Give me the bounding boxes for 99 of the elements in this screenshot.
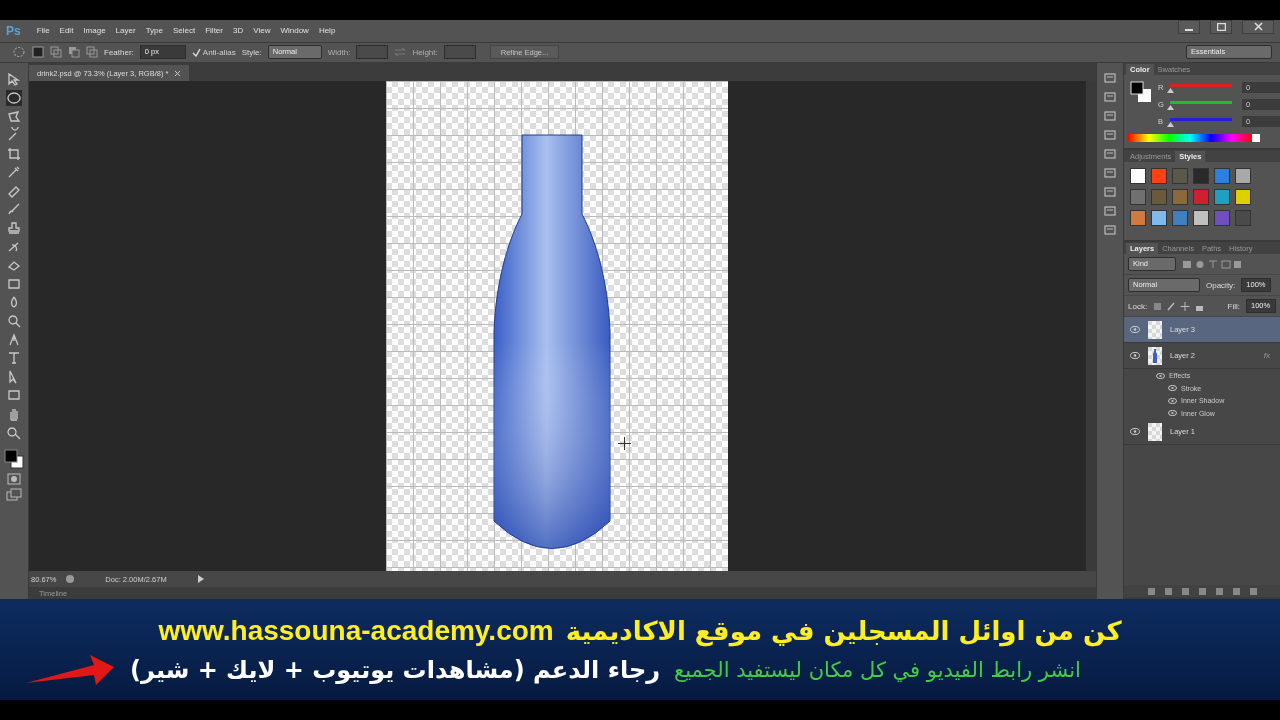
style-swatch[interactable]	[1151, 168, 1167, 185]
color-spectrum[interactable]	[1128, 134, 1260, 143]
ellipse-marquee-icon[interactable]	[12, 46, 26, 59]
panel-icon[interactable]	[1103, 147, 1117, 162]
quick-mask-icon[interactable]	[6, 471, 22, 486]
panel-icon[interactable]	[1103, 185, 1117, 200]
eye-icon[interactable]	[1168, 410, 1177, 417]
website-link[interactable]: www.hassouna-academy.com	[158, 614, 554, 647]
move-tool-icon[interactable]	[6, 71, 22, 88]
close-icon[interactable]	[174, 69, 182, 77]
fill-label: Fill:	[1227, 301, 1240, 311]
style-swatch[interactable]	[1214, 189, 1230, 206]
menu-item[interactable]: Window	[280, 26, 309, 36]
type-tool-icon[interactable]	[6, 350, 22, 367]
color-slider[interactable]	[1170, 100, 1232, 109]
style-swatch[interactable]	[1235, 168, 1251, 185]
eye-icon[interactable]	[1130, 326, 1140, 334]
maximize-icon	[1216, 22, 1226, 31]
style-swatch[interactable]	[1130, 189, 1146, 206]
panel-icon[interactable]	[1103, 128, 1117, 143]
menu-item[interactable]: Edit	[59, 26, 74, 36]
style-swatch[interactable]	[1214, 210, 1230, 227]
layer-thumbnail	[1148, 422, 1162, 441]
checkmark-icon	[191, 47, 201, 57]
ellipse-tool-icon[interactable]	[6, 89, 22, 106]
color-slider[interactable]	[1170, 83, 1232, 92]
panel-icon[interactable]	[1103, 166, 1117, 181]
height-field[interactable]	[443, 45, 476, 60]
panel-icon[interactable]	[1103, 71, 1117, 86]
style-swatch[interactable]	[1235, 189, 1251, 206]
panel-icon[interactable]	[1103, 90, 1117, 105]
style-swatch[interactable]	[1172, 168, 1188, 185]
close-icon	[1253, 22, 1263, 32]
dodge-tool-icon[interactable]	[6, 313, 22, 330]
width-field[interactable]	[356, 45, 389, 60]
style-swatch[interactable]	[1193, 210, 1209, 227]
menu-item[interactable]: Type	[145, 26, 163, 36]
slider-thumb[interactable]	[1167, 121, 1174, 127]
style-swatch[interactable]	[1172, 189, 1188, 206]
style-label: Style:	[241, 47, 262, 57]
lock-icons[interactable]	[1153, 301, 1206, 311]
menu-item[interactable]: Image	[83, 26, 106, 36]
menu-item[interactable]: Select	[172, 26, 196, 36]
style-swatch[interactable]	[1130, 210, 1146, 227]
lasso-tool-icon[interactable]	[6, 108, 22, 125]
eye-icon[interactable]	[1156, 372, 1165, 379]
crop-tool-icon[interactable]	[6, 145, 22, 162]
eye-icon[interactable]	[1130, 352, 1140, 360]
menu-item[interactable]: View	[253, 26, 271, 36]
menu-item[interactable]: File	[36, 26, 50, 36]
lock-label: Lock:	[1128, 301, 1148, 311]
color-swatches-icon[interactable]	[4, 449, 24, 470]
opacity-label: Opacity:	[1206, 280, 1236, 290]
proof-icon[interactable]	[65, 574, 75, 585]
minimize-icon	[1185, 28, 1193, 31]
menu-item[interactable]: Layer	[115, 26, 136, 36]
add-selection-icon[interactable]	[50, 46, 62, 59]
style-swatch[interactable]	[1172, 210, 1188, 227]
style-swatch[interactable]	[1151, 189, 1167, 206]
menu-item[interactable]: Help	[318, 26, 336, 36]
menu-item[interactable]: 3D	[233, 26, 244, 36]
style-swatch[interactable]	[1214, 168, 1230, 185]
stamp-tool-icon[interactable]	[6, 220, 22, 237]
filter-icons[interactable]	[1182, 259, 1242, 269]
bottle-thumbnail	[1148, 346, 1162, 365]
crosshair-cursor-icon	[618, 437, 631, 451]
menu-item[interactable]: Filter	[205, 26, 223, 36]
style-swatch[interactable]	[1193, 168, 1209, 185]
intersect-selection-icon[interactable]	[86, 46, 98, 59]
color-swatches-icon[interactable]	[1130, 81, 1152, 104]
height-label: Height:	[412, 47, 438, 57]
style-swatch[interactable]	[1151, 210, 1167, 227]
effects-badge[interactable]: fx	[1263, 351, 1270, 361]
panel-icon[interactable]	[1103, 223, 1117, 238]
app-logo: Ps	[6, 23, 21, 38]
width-label: Width:	[327, 47, 351, 57]
style-swatch[interactable]	[1235, 210, 1251, 227]
style-swatch[interactable]	[1130, 168, 1146, 185]
panel-icon[interactable]	[1103, 204, 1117, 219]
feather-label: Feather:	[104, 47, 134, 57]
slider-thumb[interactable]	[1167, 104, 1174, 110]
share-text: انشر رابط الفيديو في كل مكان ليستفيد الجميع	[674, 657, 1081, 682]
subtract-selection-icon[interactable]	[68, 46, 80, 59]
layer-thumbnail	[1148, 320, 1162, 339]
screen-mode-icon[interactable]	[6, 488, 22, 503]
slider-thumb[interactable]	[1167, 87, 1174, 93]
panel-icon[interactable]	[1103, 109, 1117, 124]
zoom-tool-icon[interactable]	[6, 424, 22, 441]
eye-icon[interactable]	[1168, 385, 1177, 392]
anti-alias-checkbox[interactable]: Anti-alias	[191, 47, 236, 57]
play-icon[interactable]	[197, 575, 205, 584]
style-swatch[interactable]	[1193, 189, 1209, 206]
support-text: رجاء الدعم (مشاهدات يوتيوب + لايك + شير)	[130, 655, 661, 684]
scrollbar[interactable]	[1086, 81, 1096, 572]
color-slider[interactable]	[1170, 117, 1232, 126]
eye-icon[interactable]	[1130, 428, 1140, 436]
eye-icon[interactable]	[1168, 397, 1177, 404]
new-selection-icon[interactable]	[32, 46, 44, 59]
banner-text: كن من اوائل المسجلين في موقع الاكاديمية	[565, 615, 1122, 646]
